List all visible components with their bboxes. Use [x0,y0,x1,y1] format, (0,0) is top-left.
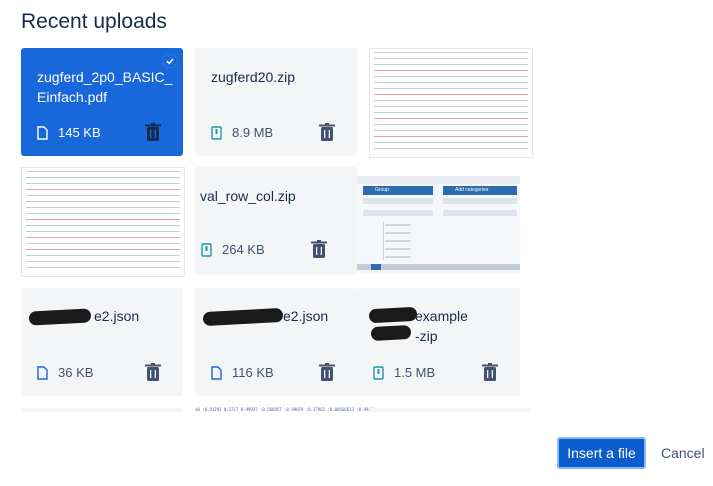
partial-card [369,408,531,412]
file-name: zugferd_2p0_BASIC_Einfach.pdf [37,69,173,105]
partial-thumbnail-text: x0 :0.91292 0.2217 0.99937 :0.566957 :0.… [195,407,374,412]
trash-icon[interactable] [145,363,161,381]
image-thumbnail[interactable] [369,48,533,158]
insert-file-button[interactable]: Insert a file [557,437,646,469]
redaction-scribble [202,307,284,327]
trash-icon[interactable] [319,123,335,141]
file-size: 36 KB [58,365,94,380]
thumb-header-right: Add categories [443,186,517,195]
trash-icon[interactable] [319,363,335,381]
trash-icon[interactable] [145,123,161,141]
thumb-header-left: Group [363,186,433,195]
page-title: Recent uploads [21,10,167,33]
file-name: example-zip [415,308,468,344]
image-thumbnail[interactable] [21,167,185,277]
file-name: val_row_col.zip [200,188,296,204]
file-card-json-1[interactable]: e2.json 36 KB [21,288,183,396]
file-size: 116 KB [232,365,274,380]
file-size: 1.5 MB [394,365,436,380]
file-size: 145 KB [58,125,101,140]
file-name: e2.json [283,308,329,324]
file-name: e2.json [94,308,140,324]
cancel-button[interactable]: Cancel [661,445,705,461]
file-name: zugferd20.zip [211,69,296,85]
archive-icon [211,125,222,140]
file-card-zugferd20-zip[interactable]: zugferd20.zip 8.9 MB [195,48,357,156]
archive-icon [201,242,212,257]
redaction-scribble [370,324,412,342]
image-thumbnail[interactable]: Group Add categories [357,176,520,273]
redaction-scribble [368,306,418,324]
document-icon [211,365,222,380]
document-icon [37,125,48,140]
trash-icon[interactable] [311,240,327,258]
file-size: 8.9 MB [232,125,274,140]
file-card-example-zip[interactable]: example-zip 1.5 MB [357,288,520,396]
file-card-val-row-col-zip[interactable]: val_row_col.zip 264 KB [195,167,357,275]
selected-check-icon [163,54,177,68]
archive-icon [373,365,384,380]
file-card-json-2[interactable]: e2.json 116 KB [195,288,357,396]
document-icon [37,365,48,380]
file-card-zugferd-pdf[interactable]: zugferd_2p0_BASIC_Einfach.pdf 145 KB [21,48,183,156]
file-size: 264 KB [222,242,265,257]
trash-icon[interactable] [482,363,498,381]
redaction-scribble [28,308,92,326]
partial-card [21,408,183,412]
